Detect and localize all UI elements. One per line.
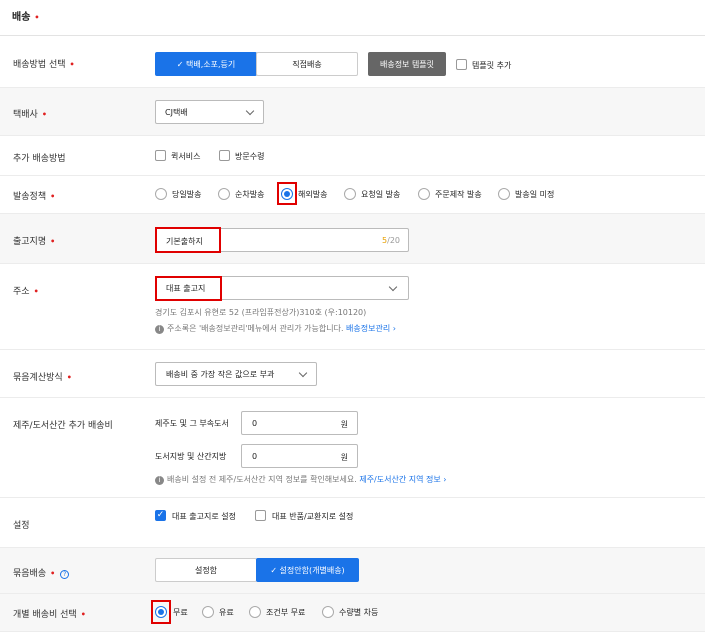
island-fee-input[interactable]: 0 원: [241, 444, 358, 468]
address-highlight-box: [155, 276, 222, 301]
dispatch-custom-radio[interactable]: [418, 188, 430, 200]
pickup-label: 방문수령: [235, 152, 265, 161]
chevron-down-icon: [388, 282, 398, 292]
extra-method-label: 추가 배송방법: [13, 154, 66, 164]
bundle-calc-row: 묶음계산방식 • 배송비 중 가장 작은 값으로 부과: [0, 350, 705, 398]
jeju-fee-value: 0: [252, 419, 258, 428]
fee-conditional-label: 조건부 무료: [266, 608, 306, 617]
jeju-fee-label: 제주/도서산간 추가 배송비: [13, 421, 113, 431]
fee-free-label: 무료: [173, 608, 188, 617]
address-help: i 주소록은 '배송정보관리'메뉴에서 관리가 가능합니다. 배송정보관리 ›: [155, 323, 396, 334]
bundle-ship-off-button[interactable]: ✓ 설정안함(개별배송): [256, 558, 359, 582]
help-circle-icon[interactable]: ?: [60, 570, 70, 579]
dispatch-sequential-radio[interactable]: [218, 188, 230, 200]
dispatch-overseas-label: 해외발송: [298, 190, 328, 199]
courier-row: 택배사 • CJ택배: [0, 88, 705, 136]
section-title: 배송 •: [12, 12, 40, 23]
main-return-checkbox[interactable]: [255, 510, 266, 521]
address-manage-link[interactable]: 배송정보관리 ›: [346, 324, 396, 333]
quick-service-label: 퀵서비스: [171, 152, 201, 161]
dispatch-policy-row: 발송정책 • 당일발송 순차발송 해외발송 요청일 발송 주문제작 발송 발송일 …: [0, 176, 705, 214]
individual-fee-label: 개별 배송비 선택 •: [13, 610, 86, 620]
address-row: 주소 • 대표 출고지 경기도 김포시 유현로 52 (프라임퓨전상가)310호 …: [0, 264, 705, 350]
template-add-checkbox[interactable]: [456, 59, 467, 70]
main-origin-checkbox[interactable]: ✓: [155, 510, 166, 521]
chevron-down-icon: [245, 106, 255, 116]
info-icon: i: [155, 325, 164, 334]
free-highlight-box: [151, 600, 171, 624]
jeju-help: i 배송비 설정 전 제주/도서산간 지역 정보를 확인해보세요. 제주/도서산간…: [155, 474, 446, 485]
origin-name-row: 출고지명 • 기본출하지 5/20: [0, 214, 705, 264]
quick-service-checkbox[interactable]: [155, 150, 166, 161]
courier-label: 택배사 •: [13, 110, 47, 120]
jeju-fee-unit: 원: [340, 420, 348, 429]
fee-paid-radio[interactable]: [202, 606, 214, 618]
mountain-island-label: 도서지방 및 산간지방: [155, 452, 227, 461]
shipping-method-row: 배송방법 선택 • ✓ 택배,소포,등기 직접배송 배송정보 템플릿 템플릿 추가: [0, 36, 705, 88]
individual-fee-row: 개별 배송비 선택 • 무료 유료 조건부 무료 수량별 차등: [0, 594, 705, 632]
origin-name-highlight-box: [155, 227, 221, 253]
jeju-region-link[interactable]: 제주/도서산간 지역 정보 ›: [359, 475, 446, 484]
address-label: 주소 •: [13, 287, 39, 297]
address-detail: 경기도 김포시 유현로 52 (프라임퓨전상가)310호 (우:10120): [155, 308, 367, 317]
shipping-method-direct-button[interactable]: 직접배송: [256, 52, 358, 76]
dispatch-same-day-label: 당일발송: [172, 190, 202, 199]
bundle-calc-select[interactable]: 배송비 중 가장 작은 값으로 부과: [155, 362, 317, 386]
fee-quantity-label: 수량별 차등: [339, 608, 379, 617]
bundle-ship-row: 묶음배송 •? 설정함 ✓ 설정안함(개별배송): [0, 548, 705, 594]
overseas-highlight-box: [277, 182, 297, 205]
island-fee-value: 0: [252, 452, 258, 461]
bundle-ship-label: 묶음배송 •?: [13, 566, 70, 579]
dispatch-policy-label: 발송정책 •: [13, 192, 56, 202]
courier-value: CJ택배: [165, 108, 188, 117]
dispatch-undecided-label: 발송일 미정: [515, 190, 555, 199]
island-fee-unit: 원: [340, 453, 348, 462]
section-header: 배송 •: [0, 0, 705, 36]
origin-name-counter: 5/20: [382, 236, 400, 245]
jeju-fee-row: 제주/도서산간 추가 배송비 제주도 및 그 부속도서 0 원 도서지방 및 산…: [0, 398, 705, 498]
bundle-calc-value: 배송비 중 가장 작은 값으로 부과: [166, 370, 275, 379]
shipping-method-parcel-button[interactable]: ✓ 택배,소포,등기: [155, 52, 257, 76]
jeju-island-label: 제주도 및 그 부속도서: [155, 419, 229, 428]
bundle-calc-label: 묶음계산방식 •: [13, 373, 72, 383]
bundle-ship-on-button[interactable]: 설정함: [155, 558, 257, 582]
fee-conditional-radio[interactable]: [249, 606, 261, 618]
shipping-method-label: 배송방법 선택 •: [13, 60, 75, 70]
courier-select[interactable]: CJ택배: [155, 100, 264, 124]
fee-quantity-radio[interactable]: [322, 606, 334, 618]
chevron-down-icon: [298, 368, 308, 378]
main-origin-label: 대표 출고지로 설정: [172, 512, 236, 521]
info-icon: i: [155, 476, 164, 485]
pickup-checkbox[interactable]: [219, 150, 230, 161]
fee-paid-label: 유료: [219, 608, 234, 617]
template-add-label: 템플릿 추가: [472, 61, 512, 70]
origin-name-label: 출고지명 •: [13, 237, 56, 247]
dispatch-custom-label: 주문제작 발송: [435, 190, 482, 199]
dispatch-same-day-radio[interactable]: [155, 188, 167, 200]
dispatch-undecided-radio[interactable]: [498, 188, 510, 200]
dispatch-request-label: 요청일 발송: [361, 190, 401, 199]
settings-row: 설정 ✓ 대표 출고지로 설정 대표 반품/교환지로 설정: [0, 498, 705, 548]
dispatch-request-radio[interactable]: [344, 188, 356, 200]
shipping-template-button[interactable]: 배송정보 템플릿: [368, 52, 446, 76]
extra-method-row: 추가 배송방법 퀵서비스 방문수령: [0, 136, 705, 176]
jeju-fee-input[interactable]: 0 원: [241, 411, 358, 435]
main-return-label: 대표 반품/교환지로 설정: [272, 512, 354, 521]
settings-label: 설정: [13, 521, 30, 531]
dispatch-sequential-label: 순차발송: [235, 190, 265, 199]
